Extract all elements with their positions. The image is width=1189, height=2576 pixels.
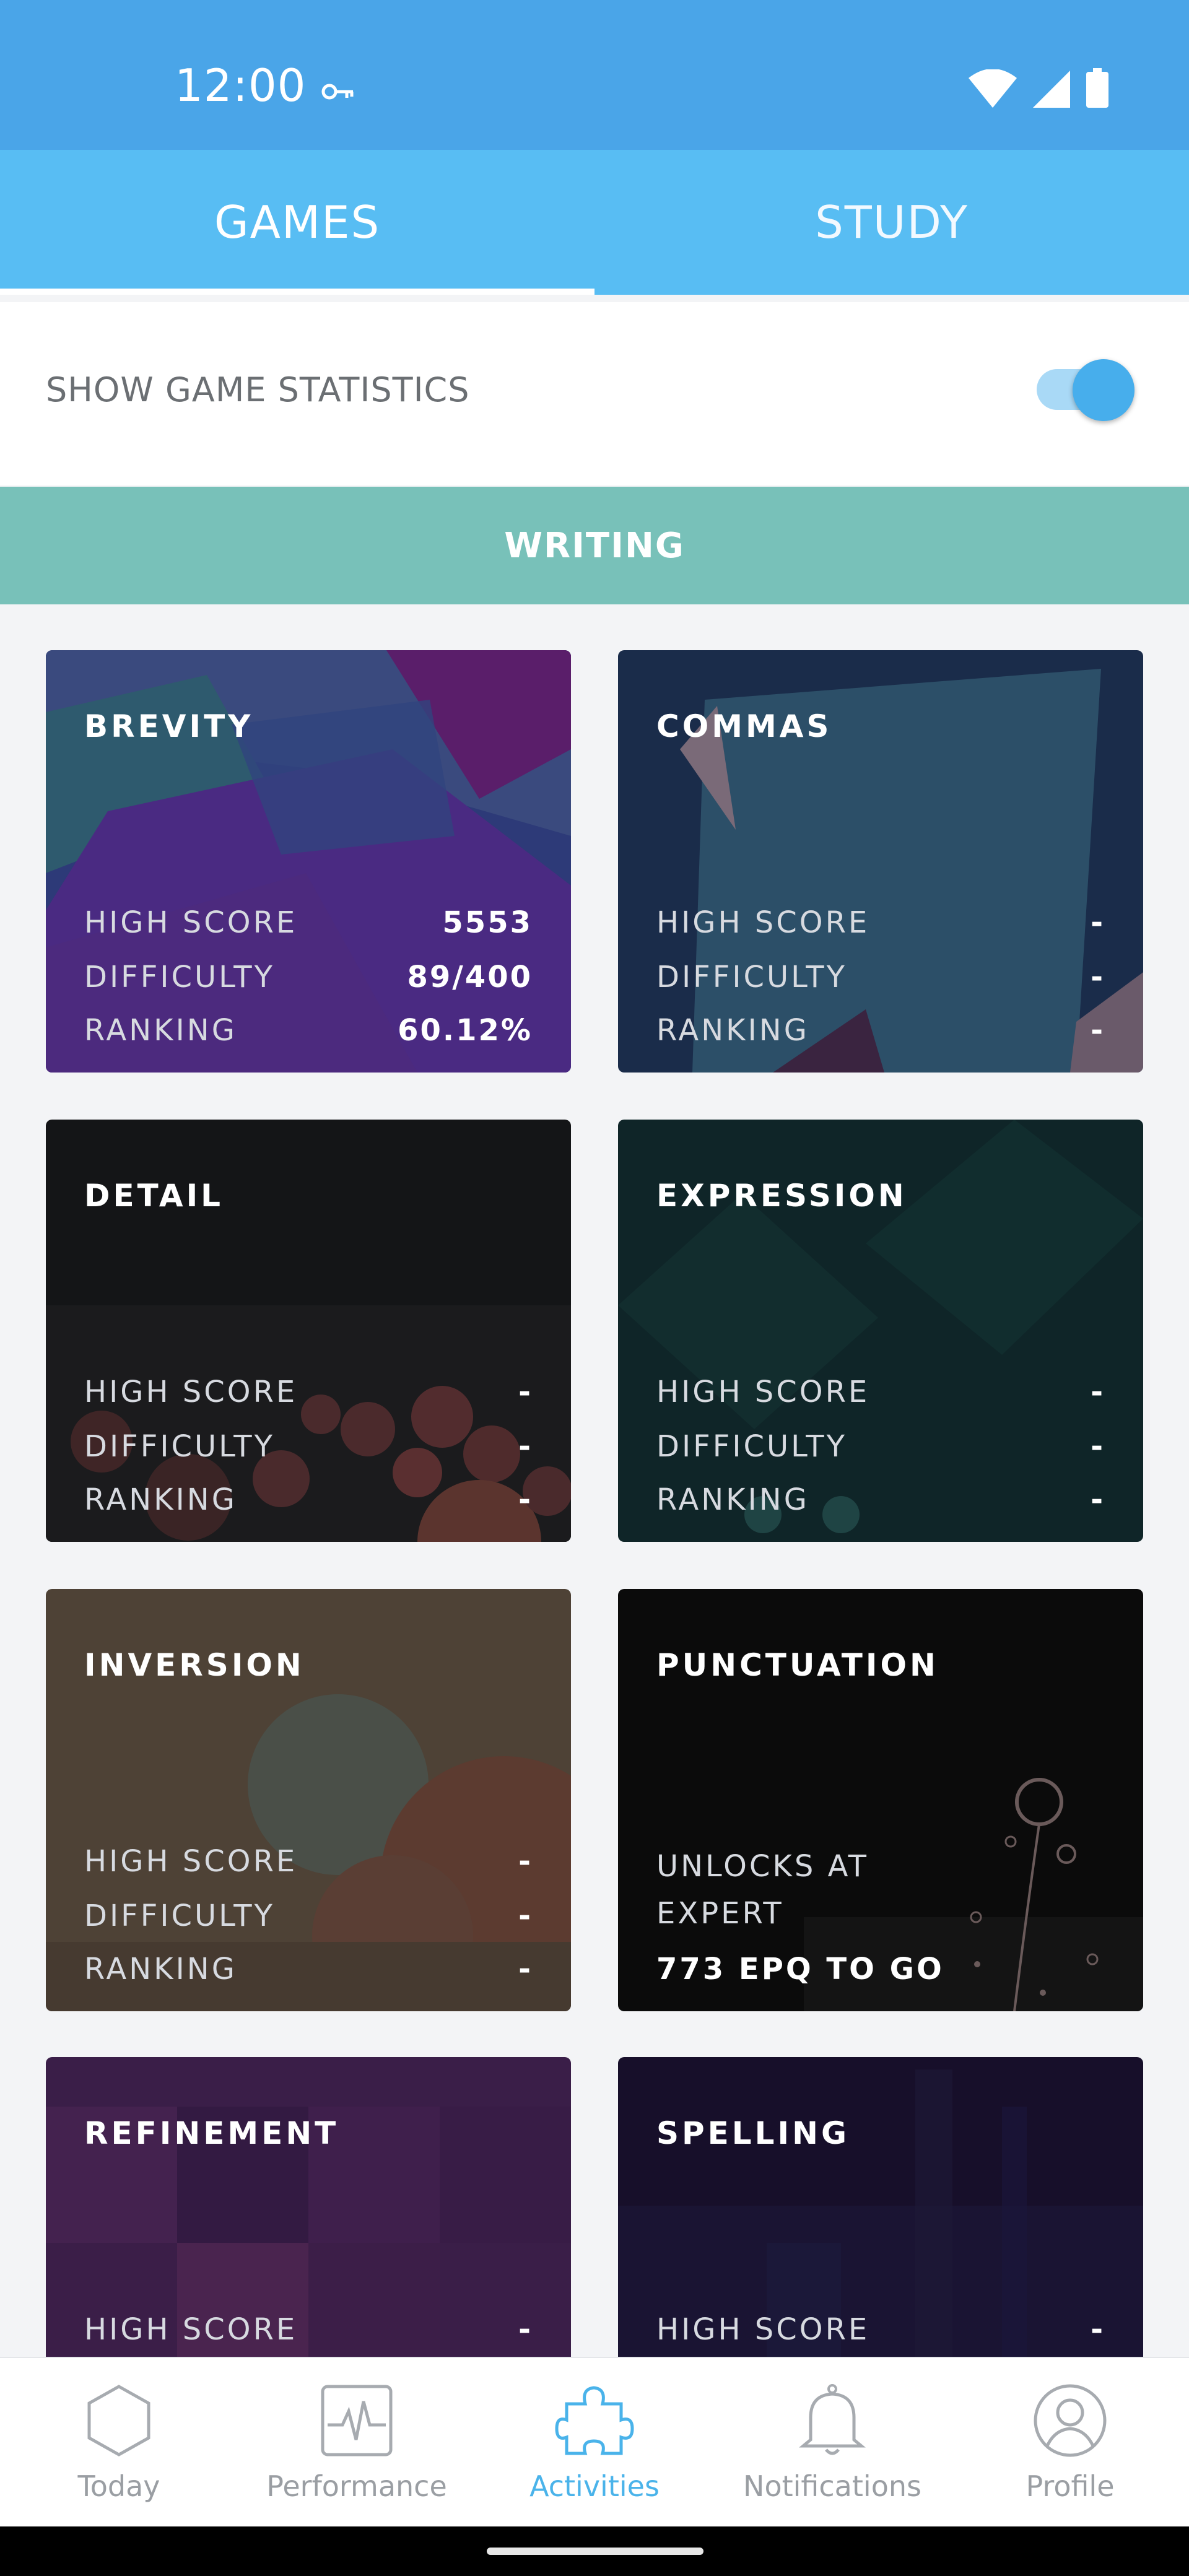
card-title: DETAIL [84,1178,224,1214]
nav-profile[interactable]: Profile [951,2358,1189,2526]
nav-label: Performance [266,2469,447,2503]
stat-ranking: RANKING 60.12% [84,1013,533,1048]
stat-ranking: RANKING - [84,1482,533,1517]
card-title: INVERSION [84,1647,305,1683]
stat-ranking: RANKING - [656,1013,1105,1048]
card-title: EXPRESSION [656,1178,907,1214]
bottom-nav: Today Performance Activities Notificatio… [0,2357,1189,2526]
pulse-chart-icon [321,2385,393,2456]
home-gesture-bar[interactable] [487,2548,703,2555]
unlock-requirement: UNLOCKS AT EXPERT [656,1849,869,1931]
tab-bar: GAMES STUDY [0,150,1189,295]
stat-high-score: HIGH SCORE - [656,1375,1105,1409]
nav-label: Activities [529,2469,660,2503]
game-card-expression[interactable]: EXPRESSION HIGH SCORE - DIFFICULTY - RANKI… [618,1120,1143,1542]
key-icon [321,84,354,100]
nav-notifications[interactable]: Notifications [713,2358,951,2526]
stat-high-score: HIGH SCORE - [84,2312,533,2347]
section-header: WRITING [0,487,1189,604]
nav-label: Notifications [743,2469,921,2503]
nav-label: Profile [1026,2469,1115,2503]
nav-activities[interactable]: Activities [476,2358,713,2526]
game-card-brevity[interactable]: BREVITY HIGH SCORE 5553 DIFFICULTY 89/400 … [46,650,571,1073]
stat-high-score: HIGH SCORE 5553 [84,905,533,940]
card-title: COMMAS [656,708,832,744]
stats-toggle-row: SHOW GAME STATISTICS [0,302,1189,485]
card-title: REFINEMENT [84,2115,339,2151]
hexagon-icon [87,2385,150,2456]
status-icons [969,68,1108,108]
person-icon [1034,2384,1107,2457]
stat-difficulty: DIFFICULTY - [656,960,1105,994]
wifi-icon [969,69,1017,108]
game-card-punctuation[interactable]: PUNCTUATION UNLOCKS AT EXPERT 773 EPQ TO… [618,1589,1143,2011]
status-time: 12:00 [175,59,307,111]
status-bar: 12:00 [0,0,1189,150]
nav-today[interactable]: Today [0,2358,238,2526]
game-card-inversion[interactable]: INVERSION HIGH SCORE - DIFFICULTY - RANKIN… [46,1589,571,2011]
stats-toggle-thumb[interactable] [1073,359,1135,421]
stat-difficulty: DIFFICULTY 89/400 [84,960,533,994]
card-title: PUNCTUATION [656,1647,939,1683]
nav-label: Today [77,2469,160,2503]
tab-study[interactable]: STUDY [594,150,1189,295]
stat-high-score: HIGH SCORE - [656,2312,1105,2347]
puzzle-icon [555,2386,634,2455]
game-card-commas[interactable]: COMMAS HIGH SCORE - DIFFICULTY - RANKING - [618,650,1143,1073]
battery-icon [1086,68,1108,108]
signal-icon [1033,71,1070,108]
stat-difficulty: DIFFICULTY - [84,1899,533,1933]
bell-icon [799,2384,866,2455]
game-card-detail[interactable]: DETAIL HIGH SCORE - DIFFICULTY - RANKING - [46,1120,571,1542]
card-title: BREVITY [84,708,254,744]
stat-high-score: HIGH SCORE - [84,1844,533,1879]
stat-high-score: HIGH SCORE - [84,1375,533,1409]
unlock-amount: 773 EPQ TO GO [656,1952,944,1986]
stat-high-score: HIGH SCORE - [656,905,1105,940]
card-title: SPELLING [656,2115,850,2151]
stat-difficulty: DIFFICULTY - [656,1429,1105,1464]
stat-difficulty: DIFFICULTY - [84,1429,533,1464]
stat-ranking: RANKING - [656,1482,1105,1517]
stat-ranking: RANKING - [84,1952,533,1986]
tab-games[interactable]: GAMES [0,150,594,295]
stats-toggle-label: SHOW GAME STATISTICS [46,370,470,409]
nav-performance[interactable]: Performance [238,2358,476,2526]
